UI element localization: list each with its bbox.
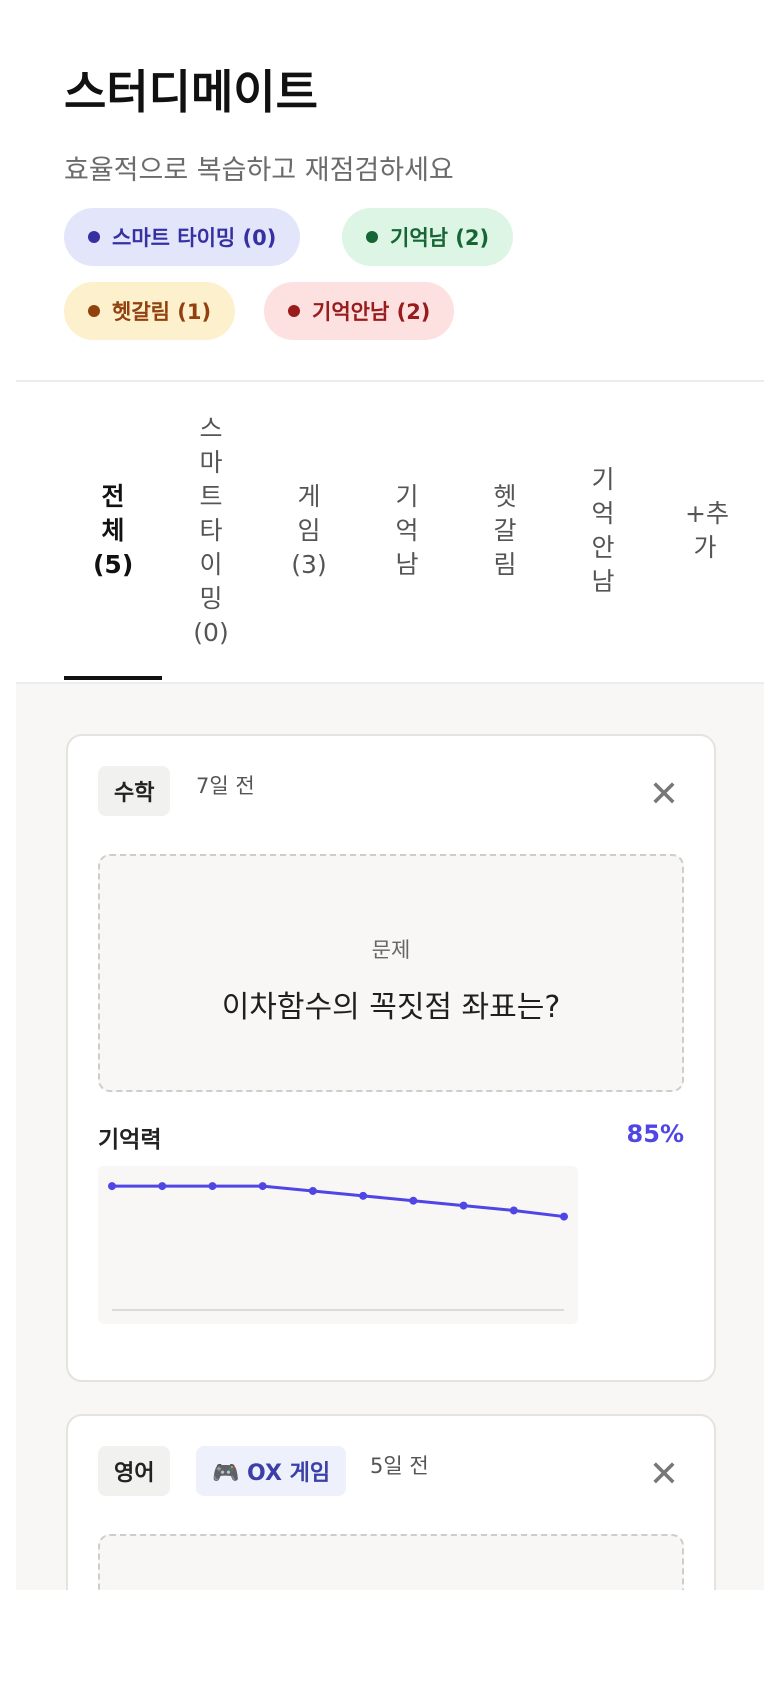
chip-label: 기억남 (2)	[390, 226, 490, 250]
subject-tag: 수학	[98, 766, 171, 816]
tab-count: (0)	[193, 618, 229, 647]
chip-label: 헷갈림 (1)	[112, 300, 212, 324]
app-title: 스터디메이트	[64, 65, 318, 119]
tab-label: 헷갈림	[493, 482, 517, 579]
tab-forgot[interactable]: 기억안남	[554, 382, 652, 680]
chip-remembered[interactable]: 기억남 (2)	[342, 208, 514, 266]
memory-point	[409, 1196, 418, 1205]
question-text: 이차함수의 꼭짓점 좌표는?	[221, 990, 561, 1025]
tab-label: 게임	[297, 482, 321, 545]
close-icon[interactable]: ✕	[646, 774, 682, 815]
memory-point	[108, 1182, 116, 1191]
dot-icon	[88, 231, 100, 243]
close-icon[interactable]: ✕	[646, 1454, 682, 1495]
card-list: 수학 7일 전 ✕ 문제 이차함수의 꼭짓점 좌표는? 기억력 85% 영어 🎮…	[16, 682, 764, 1590]
memory-point	[308, 1186, 317, 1195]
tab-label: 기억안남	[591, 465, 615, 596]
tab-count: (5)	[93, 550, 134, 579]
chip-forgot[interactable]: 기억안남 (2)	[264, 282, 455, 340]
memory-value: 85%	[626, 1120, 684, 1148]
tab-add[interactable]: +추가	[656, 382, 754, 680]
time-ago: 7일 전	[196, 774, 255, 798]
chip-label: 스마트 타이밍 (0)	[112, 226, 277, 250]
review-card[interactable]: 영어 🎮 OX 게임 5일 전 ✕	[66, 1414, 716, 1590]
memory-point	[459, 1201, 468, 1210]
memory-chart-svg	[108, 1182, 568, 1311]
question-box[interactable]	[98, 1534, 684, 1590]
dot-icon	[88, 305, 100, 317]
app-subtitle: 효율적으로 복습하고 재점검하세요	[64, 155, 454, 186]
memory-point	[158, 1182, 167, 1191]
memory-point	[359, 1191, 368, 1200]
tab-game[interactable]: 게임 (3)	[260, 382, 358, 680]
memory-line	[112, 1184, 565, 1219]
question-label: 문제	[371, 938, 411, 962]
active-tab-indicator	[64, 676, 162, 680]
dot-icon	[288, 305, 300, 317]
tab-label: +추가	[685, 499, 729, 562]
tab-label: 스마트타이밍	[199, 414, 223, 613]
chip-smart-timing[interactable]: 스마트 타이밍 (0)	[64, 208, 301, 266]
chip-label: 기억안남 (2)	[312, 300, 431, 324]
memory-point	[509, 1206, 518, 1215]
tab-confused[interactable]: 헷갈림	[456, 382, 554, 680]
subject-tag: 영어	[98, 1446, 171, 1496]
tab-bar: 전체 (5) 스마트타이밍 (0) 게임 (3) 기억남 헷갈림 기억안남 +추가	[16, 382, 764, 680]
memory-point	[258, 1182, 267, 1191]
tab-all[interactable]: 전체 (5)	[64, 382, 162, 680]
review-card[interactable]: 수학 7일 전 ✕ 문제 이차함수의 꼭짓점 좌표는? 기억력 85%	[66, 734, 716, 1382]
question-box[interactable]: 문제 이차함수의 꼭짓점 좌표는?	[98, 854, 684, 1092]
dot-icon	[366, 231, 378, 243]
chip-confused[interactable]: 헷갈림 (1)	[64, 282, 236, 340]
tab-smart-timing[interactable]: 스마트타이밍 (0)	[162, 382, 260, 680]
memory-label: 기억력	[98, 1127, 162, 1153]
tab-remembered[interactable]: 기억남	[358, 382, 456, 680]
tab-label: 기억남	[395, 482, 419, 579]
tab-label: 전체	[101, 482, 125, 545]
memory-point	[560, 1212, 568, 1221]
tab-count: (3)	[291, 550, 327, 579]
memory-chart	[98, 1166, 578, 1324]
game-tag[interactable]: 🎮 OX 게임	[196, 1446, 347, 1496]
time-ago: 5일 전	[370, 1454, 429, 1478]
memory-point	[208, 1182, 217, 1191]
